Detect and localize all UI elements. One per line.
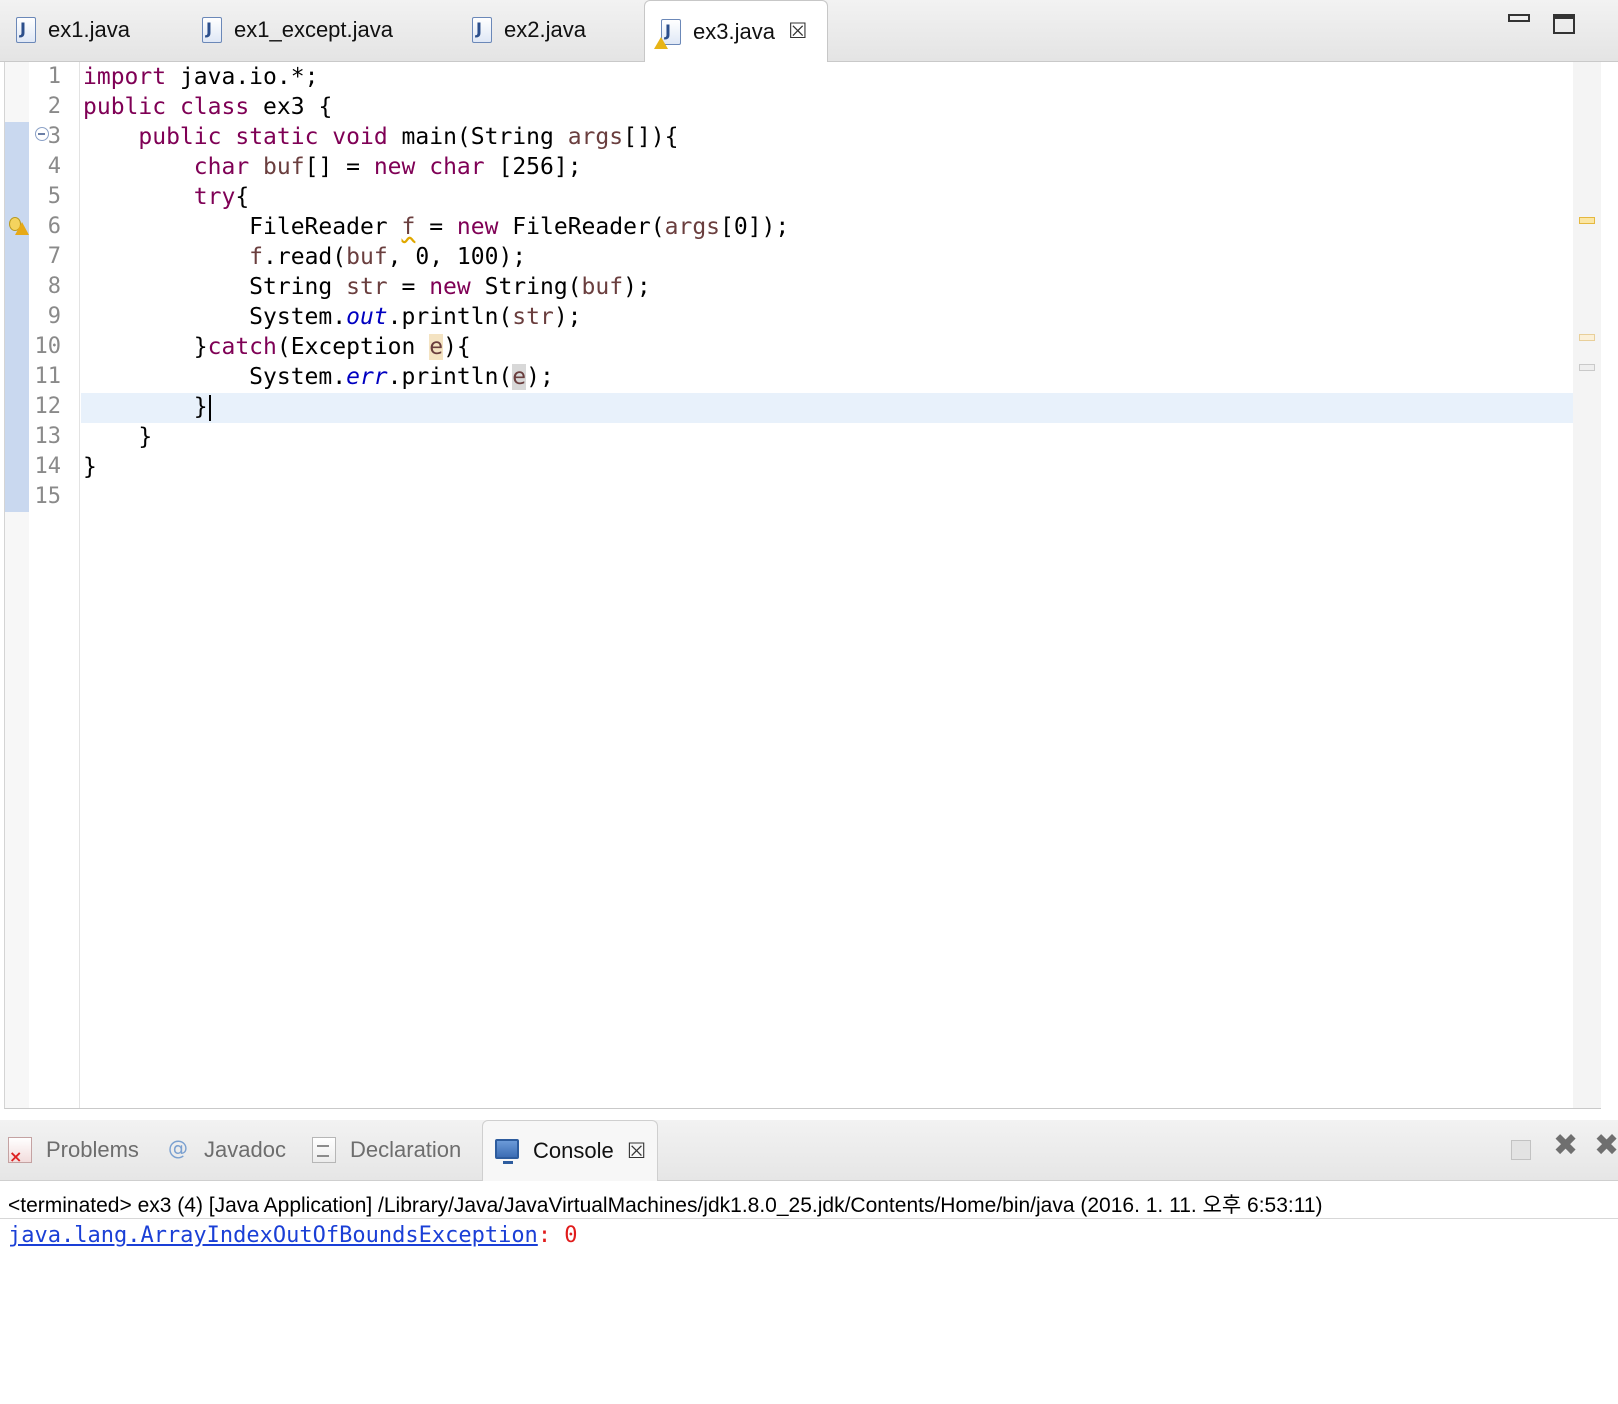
terminate-icon[interactable]	[1511, 1140, 1531, 1160]
editor-tab-bar: ex1.java ex1_except.java ex2.java ex3.ja…	[0, 0, 1618, 62]
code-line-12: }	[83, 392, 211, 422]
java-file-icon	[202, 17, 222, 43]
occurrence-marker[interactable]	[1579, 334, 1595, 341]
code-line-13: }	[138, 424, 153, 450]
code-line-10: }catch(Exception e){	[193, 334, 471, 360]
code-line-9: System.out.println(str);	[249, 304, 582, 330]
code-line-2: public class ex3 {	[83, 94, 333, 120]
unclosed-resource-warning: f	[401, 214, 416, 240]
editor-tab-ex1-except[interactable]: ex1_except.java	[190, 0, 393, 60]
code-line-4: char buf[] = new char [256];	[193, 154, 582, 180]
line-number: 15	[34, 484, 62, 509]
problems-icon	[8, 1137, 32, 1166]
javadoc-icon	[166, 1136, 190, 1163]
close-tab-icon[interactable]: ⮽	[789, 19, 807, 44]
editor-tab-ex2[interactable]: ex2.java	[460, 0, 586, 60]
line-number-ruler: 1 2 3 4 5 6 7 8 9 10 11 12 13 14 15	[29, 62, 80, 1108]
console-process-label: <terminated> ex3 (4) [Java Application] …	[8, 1194, 1323, 1217]
minimize-icon[interactable]	[1508, 14, 1530, 22]
console-view[interactable]: <terminated> ex3 (4) [Java Application] …	[0, 1181, 1618, 1404]
exception-message: 0	[551, 1223, 578, 1248]
editor-tab-label: ex3.java	[693, 18, 775, 44]
panel-tab-bar: Problems Javadoc Declaration Console ⮽ ✖…	[0, 1120, 1618, 1181]
java-file-warning-icon	[654, 18, 681, 49]
line-number: 12	[34, 394, 62, 419]
overview-ruler[interactable]	[1573, 62, 1601, 1108]
line-number: 4	[47, 154, 61, 179]
annotation-ruler[interactable]	[5, 62, 29, 1108]
line-number: 11	[34, 364, 62, 389]
console-icon	[495, 1139, 519, 1164]
line-number: 10	[34, 334, 62, 359]
exception-separator: :	[537, 1223, 552, 1248]
line-number: 8	[47, 274, 61, 299]
code-line-8: String str = new String(buf);	[249, 274, 651, 300]
declaration-icon	[312, 1137, 336, 1163]
editor-tab-label: ex1_except.java	[234, 17, 393, 42]
tab-label: Console	[533, 1138, 614, 1163]
maximize-icon[interactable]	[1553, 14, 1575, 34]
console-divider	[0, 1218, 1618, 1219]
current-line-highlight	[81, 393, 1573, 423]
line-number: 7	[47, 244, 61, 269]
tab-problems[interactable]: Problems	[8, 1120, 139, 1180]
line-number: 2	[47, 94, 61, 119]
editor-tab-ex1[interactable]: ex1.java	[4, 0, 130, 60]
code-line-3: public static void main(String args[]){	[138, 124, 679, 150]
tab-declaration[interactable]: Declaration	[312, 1120, 461, 1180]
line-number: 6	[47, 214, 61, 239]
remove-launch-icon[interactable]: ✖	[1553, 1128, 1578, 1163]
tab-javadoc[interactable]: Javadoc	[166, 1120, 286, 1180]
line-number: 9	[47, 304, 61, 329]
code-line-11: System.err.println(e);	[249, 364, 554, 390]
code-editor[interactable]: 1 2 3 4 5 6 7 8 9 10 11 12 13 14 15 import java.io.*; …	[4, 62, 1601, 1109]
line-number: 14	[34, 454, 62, 479]
java-file-icon	[16, 17, 36, 43]
console-output: java.lang.ArrayIndexOutOfBoundsException…	[8, 1223, 578, 1248]
editor-tab-ex3[interactable]: ex3.java ⮽	[644, 0, 828, 62]
close-tab-icon[interactable]: ⮽	[628, 1139, 646, 1164]
occurrence-marker[interactable]	[1579, 364, 1595, 371]
change-marker	[5, 122, 29, 512]
line-number: 5	[47, 184, 61, 209]
line-number: 13	[34, 424, 62, 449]
code-line-5: try{	[193, 184, 250, 210]
exception-link[interactable]: java.lang.ArrayIndexOutOfBoundsException	[8, 1223, 538, 1248]
warning-marker[interactable]	[1579, 217, 1595, 224]
fold-collapse-icon[interactable]	[35, 127, 49, 141]
occurrence-highlight: e	[429, 334, 444, 360]
remove-all-terminated-icon[interactable]: ✖	[1594, 1128, 1618, 1163]
text-cursor	[208, 394, 211, 421]
editor-tab-label: ex1.java	[48, 17, 130, 42]
java-file-icon	[472, 17, 492, 43]
code-line-14: }	[83, 454, 97, 480]
tab-label: Javadoc	[204, 1137, 286, 1162]
editor-tab-label: ex2.java	[504, 17, 586, 42]
code-line-7: f.read(buf, 0, 100);	[249, 244, 527, 270]
occurrence-highlight: e	[512, 364, 527, 390]
tab-console[interactable]: Console ⮽	[482, 1120, 659, 1181]
quick-fix-warning-icon[interactable]	[9, 217, 29, 235]
code-line-1: import java.io.*;	[83, 64, 319, 90]
line-number: 1	[47, 64, 61, 89]
tab-label: Problems	[46, 1137, 139, 1162]
code-text-area[interactable]: import java.io.*; public class ex3 { pub…	[81, 62, 1573, 1108]
tab-label: Declaration	[350, 1137, 462, 1162]
code-line-6: FileReader f = new FileReader(args[0]);	[249, 214, 790, 240]
